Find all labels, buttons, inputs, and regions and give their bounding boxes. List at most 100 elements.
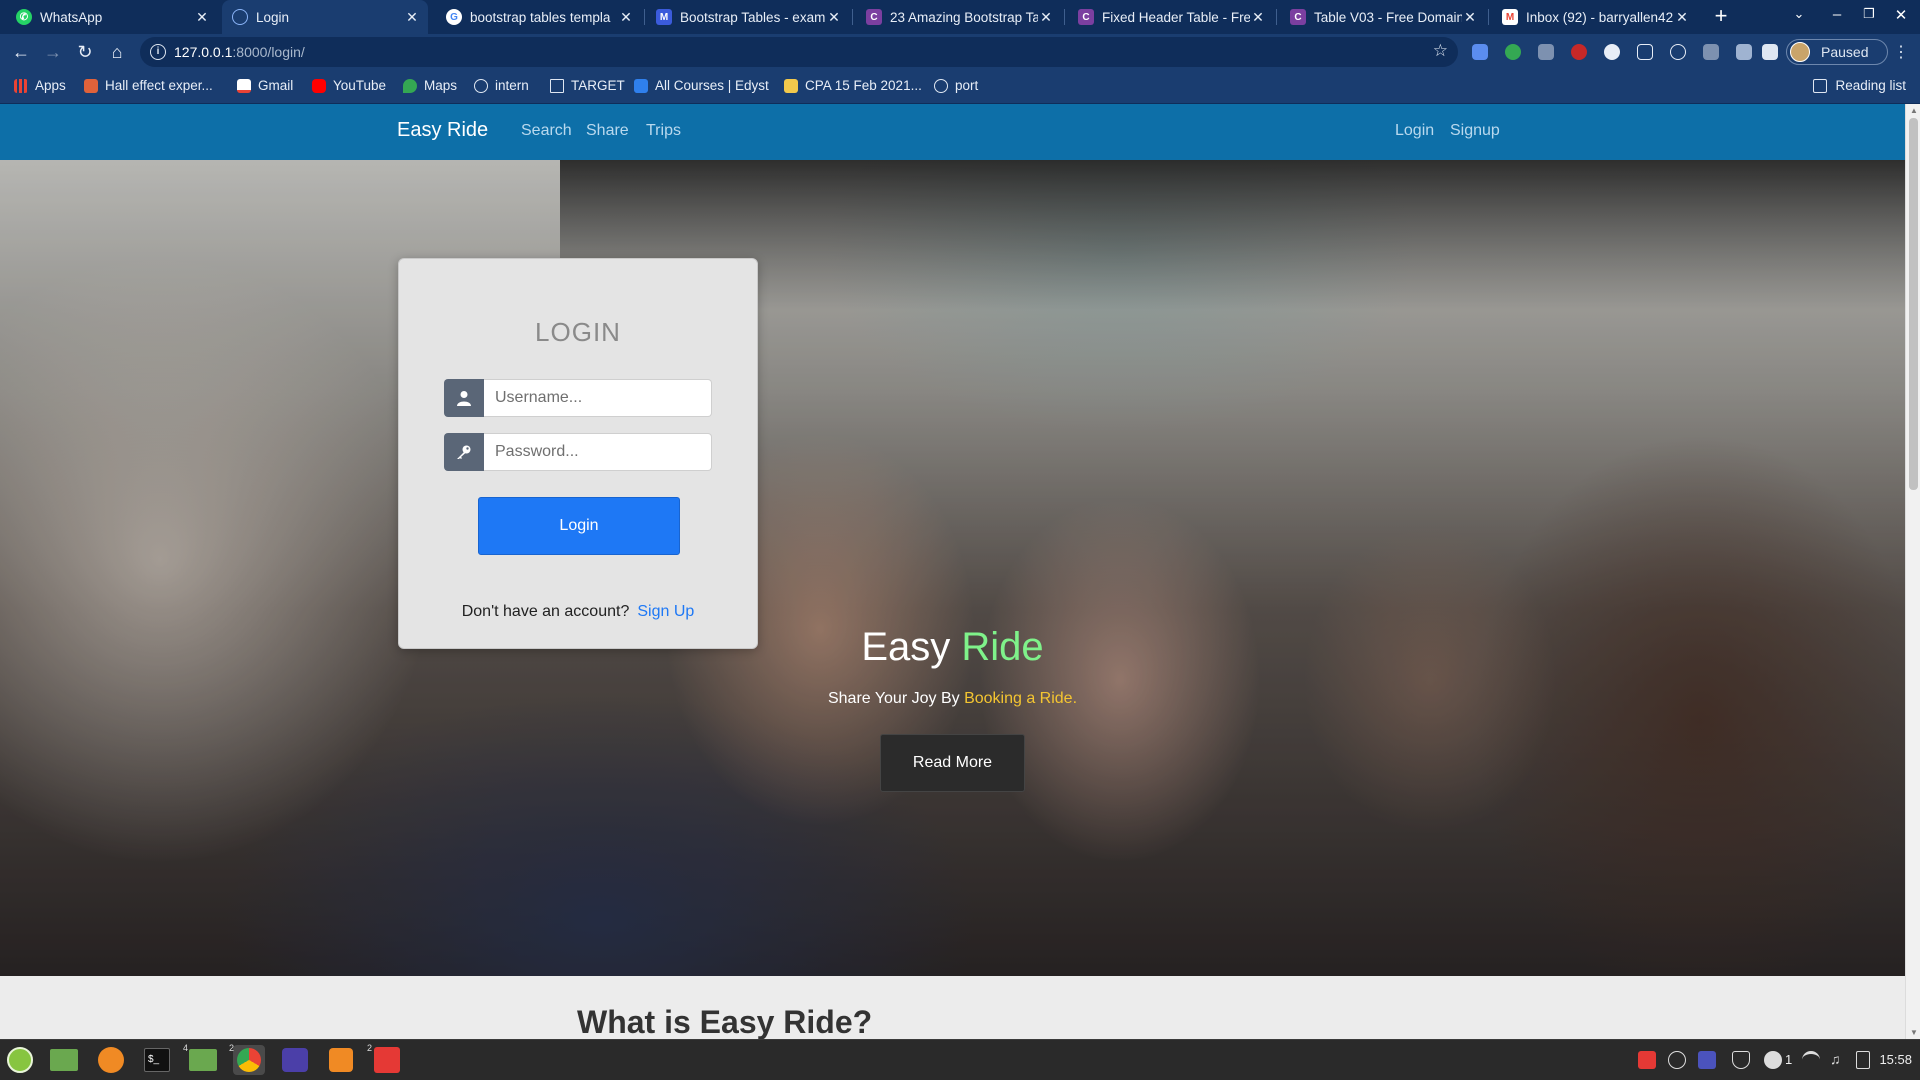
page-scrollbar[interactable]: ▲ ▼ [1905,104,1920,1039]
close-tab-icon[interactable]: ✕ [1250,9,1266,26]
colorlib-icon: C [1078,9,1094,25]
anydesk-icon[interactable]: 2 [367,1043,403,1075]
bookmark-gmail[interactable]: Gmail [237,78,293,93]
bookmark-cpa[interactable]: CPA 15 Feb 2021... [784,78,922,93]
extension-icon[interactable] [1637,44,1653,60]
extension-icon[interactable] [1472,44,1488,60]
username-group [444,379,712,417]
tab-bootstrap-tables-templa[interactable]: G bootstrap tables templa ✕ [436,0,642,34]
close-tab-icon[interactable]: ✕ [404,9,420,26]
profile-status: Paused [1821,44,1869,60]
reading-list-button[interactable]: Reading list [1813,78,1906,93]
scroll-down-icon[interactable]: ▼ [1910,1028,1918,1037]
bluetooth-icon[interactable] [1668,1051,1686,1069]
bookmark-youtube[interactable]: YouTube [312,78,386,93]
extension-icon[interactable] [1703,44,1719,60]
mint-menu-icon[interactable] [4,1045,36,1075]
terminal-icon[interactable]: $_ [141,1045,173,1075]
maps-icon [403,78,417,93]
login-button[interactable]: Login [478,497,680,555]
bookmark-port[interactable]: port [934,78,978,93]
bookmark-star-icon[interactable]: ☆ [1433,41,1448,61]
close-tab-icon[interactable]: ✕ [1462,9,1478,26]
close-tab-icon[interactable]: ✕ [826,9,842,26]
tab-table-v03[interactable]: C Table V03 - Free Domain ✕ [1280,0,1486,34]
extension-icon[interactable] [1538,44,1554,60]
nav-trips-link[interactable]: Trips [646,122,681,140]
clock[interactable]: 15:58 [1879,1052,1912,1067]
extension-icon[interactable] [1604,44,1620,60]
ublock-icon[interactable] [1571,44,1587,60]
wifi-icon[interactable] [1802,1051,1820,1069]
hero-text: Easy Ride Share Your Joy By Booking a Ri… [0,625,1905,708]
forward-icon[interactable]: → [42,41,64,63]
sublime-text-icon[interactable] [325,1045,357,1075]
bookmark-maps[interactable]: Maps [403,78,457,93]
teams-icon[interactable] [1698,1051,1716,1069]
hero-title-main: Easy [861,625,951,669]
bookmark-edyst[interactable]: All Courses | Edyst [634,78,769,93]
username-input[interactable] [484,379,712,417]
sound-icon[interactable]: ♫ [1830,1051,1848,1069]
back-icon[interactable]: ← [10,41,32,63]
url-text[interactable]: 127.0.0.1:8000/login/ [174,44,305,60]
nav-login-link[interactable]: Login [1395,122,1434,140]
tab-separator [1488,9,1489,25]
close-window-icon[interactable]: ✕ [1890,6,1912,24]
gmail-icon [237,78,251,93]
nav-search-link[interactable]: Search [521,122,572,140]
mdb-icon: M [656,9,672,25]
password-input[interactable] [484,433,712,471]
home-icon[interactable]: ⌂ [106,41,128,63]
tab-login[interactable]: Login ✕ [222,0,428,34]
scrollbar-thumb[interactable] [1909,118,1918,490]
read-more-button[interactable]: Read More [880,734,1025,792]
hero-title-accent: Ride [961,625,1044,669]
scroll-up-icon[interactable]: ▲ [1910,106,1918,115]
tab-whatsapp[interactable]: ✆ WhatsApp ✕ [6,0,218,34]
chrome-icon[interactable]: 2 [229,1043,265,1075]
profile-button[interactable]: Paused [1786,39,1888,65]
show-desktop-icon[interactable] [48,1045,80,1075]
pen-icon[interactable] [1736,44,1752,60]
menu-kebab-icon[interactable]: ⋮ [1893,42,1909,62]
nav-signup-link[interactable]: Signup [1450,122,1500,140]
bookmark-apps[interactable]: Apps [14,78,66,93]
close-tab-icon[interactable]: ✕ [1038,9,1054,26]
close-tab-icon[interactable]: ✕ [1674,9,1690,26]
site-info-icon[interactable]: i [150,44,166,60]
minimize-icon[interactable]: – [1826,6,1848,23]
files-window-count: 4 [183,1043,189,1053]
extension-icon[interactable] [1670,44,1686,60]
hero-subtitle: Share Your Joy By Booking a Ride. [0,690,1905,708]
files-icon[interactable]: 4 [183,1043,219,1075]
bookmark-intern[interactable]: intern [474,78,529,93]
clipboard-icon[interactable] [1856,1051,1870,1069]
chrome-window-count: 2 [229,1043,235,1053]
hero-overlay [0,160,1905,976]
extension-icon[interactable] [1505,44,1521,60]
media-player-icon[interactable] [279,1045,311,1075]
signup-link[interactable]: Sign Up [637,603,694,620]
close-tab-icon[interactable]: ✕ [618,9,634,26]
reload-icon[interactable]: ↻ [74,41,96,63]
puzzle-extensions-icon[interactable] [1762,44,1778,60]
shield-icon[interactable] [1732,1051,1750,1069]
tab-23-amazing-bootstrap[interactable]: C 23 Amazing Bootstrap Ta ✕ [856,0,1062,34]
tab-fixed-header-table[interactable]: C Fixed Header Table - Fre ✕ [1068,0,1274,34]
bookmark-target[interactable]: TARGET [550,78,625,93]
bookmark-hall-effect[interactable]: Hall effect exper... [84,78,213,93]
firefox-icon[interactable] [95,1045,127,1075]
address-bar[interactable]: i 127.0.0.1:8000/login/ ☆ [140,37,1458,67]
restore-icon[interactable]: ❐ [1858,6,1880,22]
anydesk-tray-icon[interactable] [1638,1051,1656,1069]
close-tab-icon[interactable]: ✕ [194,9,210,26]
brand-logo[interactable]: Easy Ride [397,119,488,142]
notifications-icon[interactable] [1764,1051,1782,1069]
new-tab-icon[interactable]: + [1709,4,1733,30]
tab-bootstrap-tables-exam[interactable]: M Bootstrap Tables - exam ✕ [646,0,850,34]
tab-inbox-gmail[interactable]: M Inbox (92) - barryallen42 ✕ [1492,0,1698,34]
nav-share-link[interactable]: Share [586,122,629,140]
tab-title: Table V03 - Free Domain [1314,9,1462,25]
tab-search-icon[interactable]: ⌄ [1788,6,1810,22]
